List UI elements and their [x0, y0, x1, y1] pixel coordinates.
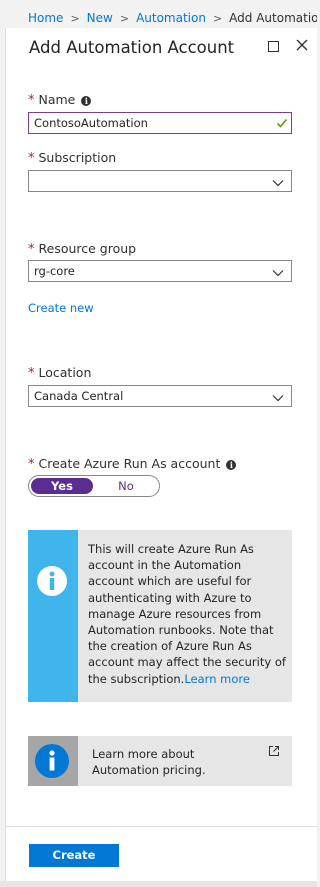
info-icon — [35, 744, 69, 778]
breadcrumb-separator-icon: > — [119, 12, 130, 25]
create-new-link[interactable]: Create new — [28, 301, 94, 315]
resource-group-label-text: Resource group — [38, 241, 137, 256]
resource-group-label: * Resource group — [28, 241, 136, 257]
breadcrumb-home[interactable]: Home — [28, 11, 63, 25]
bottom-strip — [0, 881, 317, 887]
required-marker: * — [28, 93, 35, 108]
required-marker: * — [28, 151, 35, 166]
pricing-text: Learn more about Automation pricing. — [92, 747, 206, 777]
breadcrumb-separator-icon: > — [212, 12, 223, 25]
info-icon[interactable]: i — [81, 96, 92, 106]
run-as-info-callout: This will create Azure Run As account in… — [28, 530, 292, 702]
breadcrumb-items: Home > New > Automation > Add Automation — [28, 11, 317, 25]
name-label-text: Name — [38, 92, 76, 107]
run-as-label-text: Create Azure Run As account — [38, 456, 221, 471]
run-as-label: * Create Azure Run As account i — [28, 456, 237, 472]
add-automation-blade: Add Automation Account * Name i ContosoAut… — [5, 28, 318, 887]
pricing-stripe — [28, 736, 78, 786]
callout-body: This will create Azure Run As account in… — [88, 542, 286, 686]
toggle-yes-option[interactable]: Yes — [31, 478, 93, 494]
subscription-select[interactable] — [28, 170, 292, 192]
info-icon[interactable]: i — [226, 460, 237, 470]
callout-stripe — [28, 530, 78, 702]
breadcrumb-separator-icon: > — [70, 12, 80, 25]
external-link-icon[interactable] — [268, 745, 280, 757]
chevron-down-icon — [272, 395, 284, 402]
learn-more-link[interactable]: Learn more — [184, 672, 250, 686]
resource-group-value: rg-core — [34, 264, 75, 278]
check-icon — [276, 118, 288, 128]
run-as-toggle[interactable]: Yes No — [28, 475, 160, 497]
maximize-icon[interactable] — [268, 41, 279, 52]
required-marker: * — [28, 457, 35, 472]
create-button[interactable]: Create — [29, 844, 119, 867]
footer-divider — [6, 826, 318, 827]
toggle-no-option[interactable]: No — [95, 478, 157, 494]
location-label: * Location — [28, 365, 91, 381]
breadcrumb-current: Add Automation — [229, 11, 317, 25]
chevron-down-icon — [272, 180, 284, 187]
subscription-label-text: Subscription — [38, 150, 117, 165]
location-value: Canada Central — [34, 389, 124, 403]
location-select[interactable]: Canada Central — [28, 385, 292, 407]
close-icon[interactable] — [294, 37, 310, 53]
name-input[interactable]: ContosoAutomation — [28, 112, 292, 134]
subscription-label: * Subscription — [28, 150, 116, 166]
pricing-info-callout[interactable]: Learn more about Automation pricing. — [28, 736, 292, 786]
callout-text: This will create Azure Run As account in… — [88, 541, 286, 687]
name-input-value: ContosoAutomation — [34, 116, 148, 130]
breadcrumb-automation[interactable]: Automation — [136, 11, 206, 25]
resource-group-select[interactable]: rg-core — [28, 260, 292, 282]
required-marker: * — [28, 366, 35, 381]
required-marker: * — [28, 242, 35, 257]
location-label-text: Location — [38, 365, 92, 380]
name-label: * Name i — [28, 92, 92, 108]
breadcrumb-new[interactable]: New — [87, 11, 113, 25]
blade-title: Add Automation Account — [29, 38, 235, 57]
info-icon — [37, 566, 67, 596]
chevron-down-icon — [272, 270, 284, 277]
